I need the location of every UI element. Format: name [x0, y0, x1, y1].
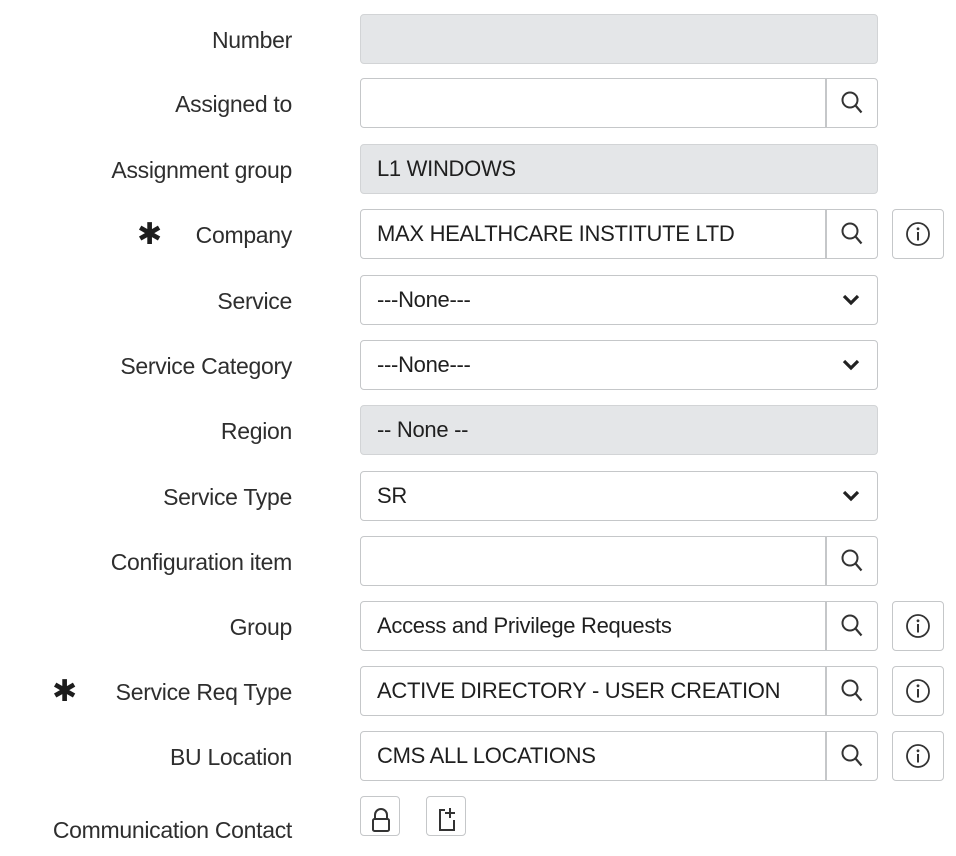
assigned-to-label: Assigned to — [175, 91, 292, 117]
communication-contact-add-button[interactable] — [426, 796, 466, 836]
configuration-item-row: Configuration item — [0, 536, 956, 588]
service-select[interactable]: ---None--- — [360, 275, 878, 325]
configuration-item-lookup-button[interactable] — [826, 536, 878, 586]
assigned-to-input[interactable] — [360, 78, 826, 128]
bu-location-value: CMS ALL LOCATIONS — [377, 743, 596, 768]
company-lookup-button[interactable] — [826, 209, 878, 259]
number-row: Number — [0, 14, 956, 66]
communication-contact-row: Communication Contact — [0, 796, 956, 848]
service-row: Service ---None--- — [0, 275, 956, 327]
search-icon — [841, 222, 863, 245]
group-label: Group — [229, 614, 293, 640]
asterisk-icon: ✱ — [52, 675, 78, 708]
assigned-to-lookup-button[interactable] — [826, 78, 878, 128]
search-icon — [841, 549, 863, 572]
group-row: Group Access and Privilege Requests — [0, 601, 956, 653]
bu-location-lookup-button[interactable] — [826, 731, 878, 781]
service-req-type-label: Service Req Type — [115, 679, 293, 705]
region-field: -- None -- — [360, 405, 878, 455]
service-category-row: Service Category ---None--- — [0, 340, 956, 392]
group-value: Access and Privilege Requests — [377, 613, 672, 638]
number-label: Number — [211, 27, 292, 53]
bu-location-row: BU Location CMS ALL LOCATIONS — [0, 731, 956, 783]
service-req-type-info-button[interactable] — [892, 666, 944, 716]
service-req-type-lookup-button[interactable] — [826, 666, 878, 716]
assignment-group-field: L1 WINDOWS — [360, 144, 878, 194]
company-info-button[interactable] — [892, 209, 944, 259]
communication-contact-label: Communication Contact — [52, 817, 292, 843]
group-input[interactable]: Access and Privilege Requests — [360, 601, 826, 651]
service-req-type-input[interactable]: ACTIVE DIRECTORY - USER CREATION — [360, 666, 826, 716]
bu-location-label: BU Location — [170, 744, 292, 770]
chevron-down-icon — [839, 276, 863, 324]
lock-icon — [372, 808, 390, 832]
add-icon — [439, 808, 455, 831]
company-row: ✱ Company MAX HEALTHCARE INSTITUTE LTD — [0, 209, 956, 261]
service-type-select[interactable]: SR — [360, 471, 878, 521]
search-icon — [841, 614, 863, 637]
group-info-button[interactable] — [892, 601, 944, 651]
service-type-label: Service Type — [163, 484, 292, 510]
assignment-group-row: Assignment group L1 WINDOWS — [0, 144, 956, 196]
group-lookup-button[interactable] — [826, 601, 878, 651]
configuration-item-label: Configuration item — [110, 549, 293, 575]
company-value: MAX HEALTHCARE INSTITUTE LTD — [377, 221, 735, 246]
search-icon — [841, 679, 863, 702]
info-icon — [906, 222, 930, 246]
configuration-item-input[interactable] — [360, 536, 826, 586]
search-icon — [841, 91, 863, 114]
search-icon — [841, 744, 863, 767]
bu-location-info-button[interactable] — [892, 731, 944, 781]
service-req-type-row: ✱ Service Req Type ACTIVE DIRECTORY - US… — [0, 666, 956, 718]
assignment-group-value: L1 WINDOWS — [377, 156, 516, 181]
service-type-row: Service Type SR — [0, 471, 956, 523]
asterisk-icon: ✱ — [137, 218, 163, 251]
number-field — [360, 14, 878, 64]
service-category-label: Service Category — [120, 353, 292, 379]
chevron-down-icon — [839, 341, 863, 389]
company-label: Company — [195, 222, 293, 248]
info-icon — [906, 744, 930, 768]
communication-contact-lock-button[interactable] — [360, 796, 400, 836]
bu-location-input[interactable]: CMS ALL LOCATIONS — [360, 731, 826, 781]
assigned-to-row: Assigned to — [0, 78, 956, 130]
info-icon — [906, 679, 930, 703]
service-req-type-value: ACTIVE DIRECTORY - USER CREATION — [377, 678, 781, 703]
assignment-group-label: Assignment group — [111, 157, 292, 183]
region-label: Region — [220, 418, 292, 444]
service-type-value: SR — [377, 483, 407, 508]
service-category-value: ---None--- — [377, 352, 471, 377]
region-row: Region -- None -- — [0, 405, 956, 457]
info-icon — [906, 614, 930, 638]
company-input[interactable]: MAX HEALTHCARE INSTITUTE LTD — [360, 209, 826, 259]
service-label: Service — [217, 288, 292, 314]
service-category-select[interactable]: ---None--- — [360, 340, 878, 390]
service-value: ---None--- — [377, 287, 471, 312]
region-value: -- None -- — [377, 417, 469, 442]
chevron-down-icon — [839, 472, 863, 520]
